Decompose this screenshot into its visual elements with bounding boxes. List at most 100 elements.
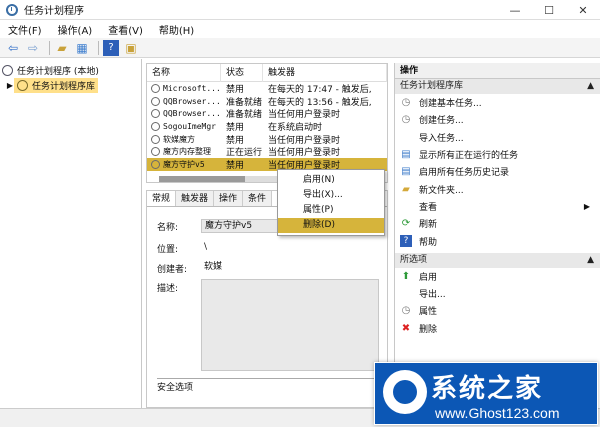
action-label: 查看 (419, 202, 438, 213)
task-icon (151, 96, 160, 106)
folder-clock-icon (17, 80, 28, 91)
action-import-task[interactable]: 导入任务... (395, 129, 600, 146)
action-properties[interactable]: ◷ 属性 (395, 302, 600, 319)
name-label: 名称: (157, 222, 179, 233)
table-row[interactable]: QQBrowser... 准备就绪 在每天的 13:56 - 触发后, (147, 95, 387, 108)
author-field-row: 创建者: 软媒 (157, 261, 222, 275)
clock-icon: ◷ (401, 114, 411, 126)
minimize-button[interactable]: — (498, 0, 532, 20)
menu-help[interactable]: 帮助(H) (159, 22, 194, 37)
description-field-row: 描述: (157, 281, 201, 294)
up-folder-icon[interactable]: ▰ (54, 40, 70, 56)
action-export[interactable]: 导出... (395, 285, 600, 302)
tab-general[interactable]: 常规 (147, 191, 177, 206)
action-show-running-tasks[interactable]: ▤ 显示所有正在运行的任务 (395, 146, 600, 163)
actions-group-library[interactable]: 任务计划程序库 ▲ (395, 79, 600, 94)
context-item-enable[interactable]: 启用(N) (278, 173, 384, 188)
context-item-delete[interactable]: 删除(D) (278, 218, 384, 233)
description-box[interactable] (201, 279, 379, 371)
action-label: 新文件夹... (419, 185, 464, 196)
author-label: 创建者: (157, 264, 188, 275)
history-icon: ▤ (401, 166, 411, 178)
action-delete[interactable]: ✖ 删除 (395, 320, 600, 337)
table-row[interactable]: 软媒魔方 禁用 当任何用户登录时 (147, 133, 387, 145)
help-icon: ? (400, 235, 412, 248)
clock-icon: ◷ (401, 97, 411, 109)
action-help[interactable]: ? 帮助 (395, 232, 600, 249)
menu-bar: 文件(F) 操作(A) 查看(V) 帮助(H) (0, 20, 600, 38)
delete-x-icon: ✖ (401, 322, 411, 334)
show-hide-tree-icon[interactable]: ▦ (74, 40, 90, 56)
cell-status: 禁用 (226, 122, 245, 133)
action-view[interactable]: 查看 ▶ (395, 198, 600, 215)
action-label: 显示所有正在运行的任务 (419, 151, 519, 162)
tab-actions[interactable]: 操作 (214, 191, 244, 206)
tree-item-selected[interactable]: 任务计划程序库 (14, 78, 99, 93)
menu-file[interactable]: 文件(F) (8, 22, 42, 37)
cell-status: 准备就绪 (226, 110, 263, 121)
cell-name: Microsoft... (163, 83, 221, 93)
action-enable[interactable]: ⬆ 启用 (395, 268, 600, 285)
close-button[interactable]: ✕ (566, 0, 600, 20)
action-create-task[interactable]: ◷ 创建任务... (395, 111, 600, 128)
table-row[interactable]: SogouImeMgr 禁用 在系统启动时 (147, 120, 387, 133)
location-label: 位置: (157, 244, 179, 255)
clock-icon (6, 3, 18, 16)
toolbar-separator (49, 40, 50, 55)
table-row[interactable]: QQBrowser... 准备就绪 当任何用户登录时 (147, 107, 387, 120)
context-item-properties[interactable]: 属性(P) (278, 203, 384, 218)
context-item-export[interactable]: 导出(X)... (278, 188, 384, 203)
action-label: 创建基本任务... (419, 99, 482, 110)
table-row[interactable]: Microsoft... 禁用 在每天的 17:47 - 触发后, (147, 82, 387, 95)
action-enable-history[interactable]: ▤ 启用所有任务历史记录 (395, 163, 600, 180)
up-arrow-icon: ⬆ (401, 270, 411, 282)
export-icon (400, 288, 412, 300)
collapse-arrow-icon[interactable]: ▲ (587, 253, 594, 268)
action-create-basic-task[interactable]: ◷ 创建基本任务... (395, 94, 600, 111)
action-refresh[interactable]: ⟳ 刷新 (395, 215, 600, 232)
task-icon (151, 134, 160, 144)
folder-icon: ▰ (402, 183, 410, 195)
tree-item-label: 任务计划程序 (本地) (17, 67, 99, 77)
back-arrow-icon[interactable]: ⇦ (5, 40, 21, 56)
expand-arrow-icon[interactable]: ▶ (6, 81, 14, 90)
tree-item-root[interactable]: 任务计划程序 (本地) (0, 63, 141, 78)
collapse-arrow-icon[interactable]: ▲ (587, 79, 594, 94)
action-label: 创建任务... (419, 116, 464, 127)
actions-group-selected[interactable]: 所选项 ▲ (395, 252, 600, 268)
tab-triggers[interactable]: 触发器 (176, 191, 215, 206)
cell-status: 准备就绪 (226, 97, 263, 108)
actions-title: 操作 (395, 63, 600, 79)
navigation-tree: 任务计划程序 (本地) ▶ 任务计划程序库 (0, 59, 142, 408)
properties-icon[interactable]: ▣ (123, 40, 139, 56)
tree-item-library[interactable]: ▶ 任务计划程序库 (0, 78, 141, 93)
table-row[interactable]: 魔方内存整理 正在运行 当任何用户登录时 (147, 145, 387, 158)
maximize-button[interactable]: ☐ (532, 0, 566, 20)
action-label: 属性 (419, 307, 438, 318)
security-options-label: 安全选项 (157, 378, 377, 393)
refresh-icon: ⟳ (401, 218, 411, 230)
scrollbar-thumb[interactable] (159, 176, 246, 182)
action-label: 启用所有任务历史记录 (419, 168, 510, 179)
action-label: 删除 (419, 324, 438, 335)
cell-name: QQBrowser... (163, 96, 221, 106)
column-header-status[interactable]: 状态 (221, 63, 263, 82)
cell-name: SogouImeMgr (163, 121, 216, 131)
help-icon[interactable]: ? (103, 39, 119, 56)
column-header-name[interactable]: 名称 (147, 63, 221, 82)
column-header-trigger[interactable]: 触发器 (263, 63, 387, 82)
tab-conditions[interactable]: 条件 (243, 191, 273, 206)
clock-icon (2, 65, 13, 76)
cell-status: 禁用 (226, 160, 245, 171)
watermark-banner: 系统之家 www.Ghost123.com (374, 362, 598, 425)
view-icon (400, 200, 412, 212)
forward-arrow-icon[interactable]: ⇨ (25, 40, 41, 56)
cell-name: 软媒魔方 (163, 134, 195, 144)
menu-view[interactable]: 查看(V) (108, 22, 143, 37)
running-tasks-icon: ▤ (401, 149, 411, 161)
cell-trigger: 当任何用户登录时 (268, 110, 341, 121)
menu-action[interactable]: 操作(A) (58, 22, 93, 37)
action-new-folder[interactable]: ▰ 新文件夹... (395, 180, 600, 197)
task-icon (151, 121, 160, 131)
toolbar-separator (98, 40, 99, 55)
